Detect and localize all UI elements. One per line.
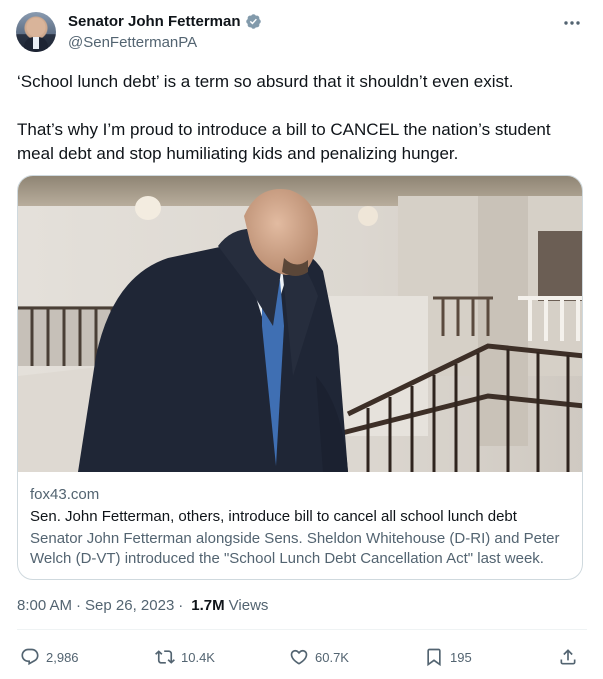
tweet-meta: 8:00 AM · Sep 26, 2023 · 1.7M Views bbox=[17, 597, 268, 614]
like-count: 60.7K bbox=[315, 649, 349, 665]
divider bbox=[17, 629, 587, 630]
reply-button[interactable]: 2,986 bbox=[20, 642, 79, 672]
more-options-button[interactable] bbox=[560, 13, 584, 33]
action-bar: 2,986 10.4K 60.7K 195 bbox=[0, 642, 603, 672]
tweet-time[interactable]: 8:00 AM bbox=[17, 597, 72, 614]
share-button[interactable] bbox=[558, 642, 578, 672]
avatar[interactable] bbox=[16, 12, 56, 52]
card-description: Senator John Fetterman alongside Sens. S… bbox=[30, 530, 560, 567]
author-handle[interactable]: @SenFettermanPA bbox=[68, 34, 197, 51]
views-label: Views bbox=[228, 597, 269, 614]
tweet-paragraph: ‘School lunch debt’ is a term so absurd … bbox=[17, 72, 514, 91]
bookmark-count: 195 bbox=[450, 649, 472, 665]
share-icon bbox=[560, 649, 576, 665]
heart-icon bbox=[290, 649, 308, 665]
more-dots-icon bbox=[564, 21, 580, 25]
card-photo bbox=[18, 176, 582, 472]
repost-count: 10.4K bbox=[181, 649, 215, 665]
display-name[interactable]: Senator John Fetterman bbox=[68, 13, 241, 30]
author-name-row: Senator John Fetterman bbox=[68, 13, 262, 30]
repost-icon bbox=[155, 650, 175, 664]
bookmark-button[interactable]: 195 bbox=[424, 642, 472, 672]
link-card[interactable]: fox43.com Sen. John Fetterman, others, i… bbox=[17, 175, 583, 580]
views-count: 1.7M bbox=[191, 597, 225, 614]
card-domain: fox43.com bbox=[30, 486, 100, 503]
tweet-date[interactable]: Sep 26, 2023 bbox=[85, 597, 174, 614]
tweet-text: ‘School lunch debt’ is a term so absurd … bbox=[17, 70, 587, 166]
meta-separator: · bbox=[76, 597, 82, 614]
repost-button[interactable]: 10.4K bbox=[155, 642, 215, 672]
meta-separator: · bbox=[178, 597, 184, 614]
like-button[interactable]: 60.7K bbox=[289, 642, 349, 672]
card-title: Sen. John Fetterman, others, introduce b… bbox=[30, 508, 517, 525]
avatar-shirt bbox=[33, 37, 39, 49]
card-info: fox43.com Sen. John Fetterman, others, i… bbox=[30, 485, 575, 569]
reply-count: 2,986 bbox=[46, 649, 79, 665]
tweet: Senator John Fetterman @SenFettermanPA ‘… bbox=[0, 0, 603, 679]
reply-icon bbox=[21, 648, 39, 666]
verified-badge-icon bbox=[245, 14, 261, 29]
bookmark-icon bbox=[427, 648, 441, 667]
tweet-paragraph: That’s why I’m proud to introduce a bill… bbox=[17, 120, 551, 163]
